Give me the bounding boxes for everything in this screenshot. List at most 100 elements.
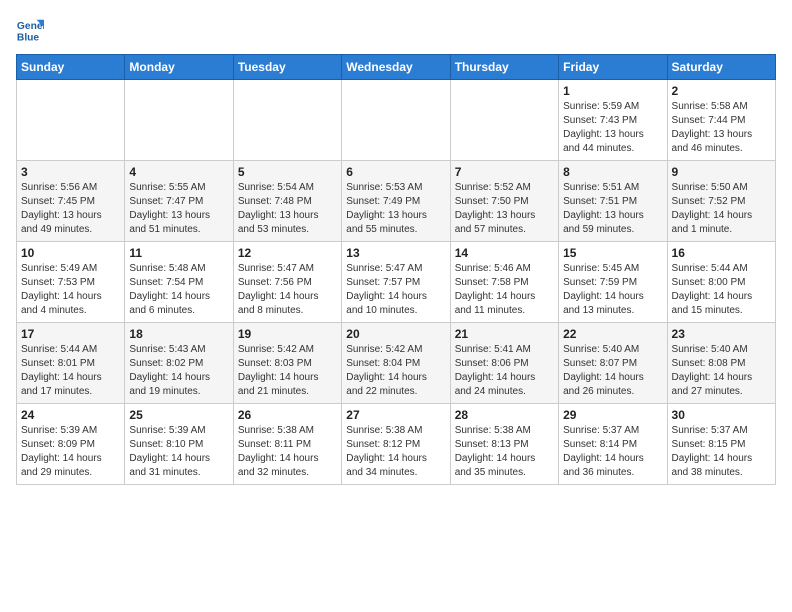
weekday-header-monday: Monday	[125, 55, 233, 80]
day-number: 7	[455, 165, 554, 179]
day-info: Sunrise: 5:38 AM Sunset: 8:13 PM Dayligh…	[455, 424, 554, 480]
day-number: 3	[21, 165, 120, 179]
calendar-cell: 25Sunrise: 5:39 AM Sunset: 8:10 PM Dayli…	[125, 404, 233, 485]
calendar-cell: 15 Sunrise: 5:45 AM Sunset: 7:59 PM Dayli…	[559, 242, 667, 323]
day-number: 9	[672, 165, 771, 179]
day-number: 2	[672, 84, 771, 98]
day-info: Sunrise: 5:42 AM Sunset: 8:03 PM Dayligh…	[238, 343, 337, 399]
calendar-week-2: 3 Sunrise: 5:56 AM Sunset: 7:45 PM Daylig…	[17, 161, 776, 242]
calendar-cell: 9 Sunrise: 5:50 AM Sunset: 7:52 PM Daylig…	[667, 161, 775, 242]
day-info: Sunrise: 5:46 AM Sunset: 7:58 PM Dayligh…	[455, 262, 554, 318]
calendar-cell: 7 Sunrise: 5:52 AM Sunset: 7:50 PM Daylig…	[450, 161, 558, 242]
calendar-table: SundayMondayTuesdayWednesdayThursdayFrid…	[16, 54, 776, 485]
day-number: 4	[129, 165, 228, 179]
calendar-header-row: SundayMondayTuesdayWednesdayThursdayFrid…	[17, 55, 776, 80]
calendar-cell: 23 Sunrise: 5:40 AM Sunset: 8:08 PM Dayli…	[667, 323, 775, 404]
calendar-cell	[17, 80, 125, 161]
calendar-cell: 17 Sunrise: 5:44 AM Sunset: 8:01 PM Dayli…	[17, 323, 125, 404]
calendar-cell: 1Sunrise: 5:59 AM Sunset: 7:43 PM Daylig…	[559, 80, 667, 161]
calendar-week-4: 17 Sunrise: 5:44 AM Sunset: 8:01 PM Dayli…	[17, 323, 776, 404]
day-number: 26	[238, 408, 337, 422]
weekday-header-sunday: Sunday	[17, 55, 125, 80]
calendar-cell	[233, 80, 341, 161]
day-info: Sunrise: 5:50 AM Sunset: 7:52 PM Dayligh…	[672, 181, 771, 237]
day-number: 24	[21, 408, 120, 422]
day-info: Sunrise: 5:47 AM Sunset: 7:56 PM Dayligh…	[238, 262, 337, 318]
calendar-cell: 8Sunrise: 5:51 AM Sunset: 7:51 PM Daylig…	[559, 161, 667, 242]
day-info: Sunrise: 5:52 AM Sunset: 7:50 PM Dayligh…	[455, 181, 554, 237]
calendar-cell: 30 Sunrise: 5:37 AM Sunset: 8:15 PM Dayli…	[667, 404, 775, 485]
day-info: Sunrise: 5:56 AM Sunset: 7:45 PM Dayligh…	[21, 181, 120, 237]
day-number: 18	[129, 327, 228, 341]
calendar-cell: 13 Sunrise: 5:47 AM Sunset: 7:57 PM Dayli…	[342, 242, 450, 323]
day-number: 13	[346, 246, 445, 260]
day-number: 25	[129, 408, 228, 422]
calendar-cell	[450, 80, 558, 161]
day-info: Sunrise: 5:40 AM Sunset: 8:08 PM Dayligh…	[672, 343, 771, 399]
calendar-cell: 5Sunrise: 5:54 AM Sunset: 7:48 PM Daylig…	[233, 161, 341, 242]
day-info: Sunrise: 5:51 AM Sunset: 7:51 PM Dayligh…	[563, 181, 662, 237]
calendar-cell: 2Sunrise: 5:58 AM Sunset: 7:44 PM Daylig…	[667, 80, 775, 161]
day-info: Sunrise: 5:49 AM Sunset: 7:53 PM Dayligh…	[21, 262, 120, 318]
day-number: 30	[672, 408, 771, 422]
svg-text:Blue: Blue	[17, 32, 40, 43]
weekday-header-saturday: Saturday	[667, 55, 775, 80]
calendar-cell: 10 Sunrise: 5:49 AM Sunset: 7:53 PM Dayli…	[17, 242, 125, 323]
day-info: Sunrise: 5:43 AM Sunset: 8:02 PM Dayligh…	[129, 343, 228, 399]
day-info: Sunrise: 5:53 AM Sunset: 7:49 PM Dayligh…	[346, 181, 445, 237]
calendar-cell: 4Sunrise: 5:55 AM Sunset: 7:47 PM Daylig…	[125, 161, 233, 242]
logo-icon: General Blue	[16, 16, 44, 44]
day-info: Sunrise: 5:42 AM Sunset: 8:04 PM Dayligh…	[346, 343, 445, 399]
day-info: Sunrise: 5:45 AM Sunset: 7:59 PM Dayligh…	[563, 262, 662, 318]
day-number: 29	[563, 408, 662, 422]
day-info: Sunrise: 5:44 AM Sunset: 8:00 PM Dayligh…	[672, 262, 771, 318]
weekday-header-friday: Friday	[559, 55, 667, 80]
calendar-cell: 21 Sunrise: 5:41 AM Sunset: 8:06 PM Dayli…	[450, 323, 558, 404]
calendar-cell: 28 Sunrise: 5:38 AM Sunset: 8:13 PM Dayli…	[450, 404, 558, 485]
day-number: 10	[21, 246, 120, 260]
day-info: Sunrise: 5:37 AM Sunset: 8:14 PM Dayligh…	[563, 424, 662, 480]
day-number: 15	[563, 246, 662, 260]
day-info: Sunrise: 5:44 AM Sunset: 8:01 PM Dayligh…	[21, 343, 120, 399]
day-number: 28	[455, 408, 554, 422]
day-number: 23	[672, 327, 771, 341]
day-info: Sunrise: 5:38 AM Sunset: 8:11 PM Dayligh…	[238, 424, 337, 480]
calendar-cell: 27 Sunrise: 5:38 AM Sunset: 8:12 PM Dayli…	[342, 404, 450, 485]
calendar-cell: 22 Sunrise: 5:40 AM Sunset: 8:07 PM Dayli…	[559, 323, 667, 404]
weekday-header-thursday: Thursday	[450, 55, 558, 80]
day-number: 1	[563, 84, 662, 98]
calendar-body: 1Sunrise: 5:59 AM Sunset: 7:43 PM Daylig…	[17, 80, 776, 485]
day-number: 20	[346, 327, 445, 341]
day-number: 19	[238, 327, 337, 341]
calendar-week-5: 24 Sunrise: 5:39 AM Sunset: 8:09 PM Dayli…	[17, 404, 776, 485]
calendar-week-3: 10 Sunrise: 5:49 AM Sunset: 7:53 PM Dayli…	[17, 242, 776, 323]
day-info: Sunrise: 5:37 AM Sunset: 8:15 PM Dayligh…	[672, 424, 771, 480]
calendar-cell: 12 Sunrise: 5:47 AM Sunset: 7:56 PM Dayli…	[233, 242, 341, 323]
day-number: 16	[672, 246, 771, 260]
day-number: 14	[455, 246, 554, 260]
day-info: Sunrise: 5:39 AM Sunset: 8:09 PM Dayligh…	[21, 424, 120, 480]
day-number: 27	[346, 408, 445, 422]
weekday-header-wednesday: Wednesday	[342, 55, 450, 80]
logo: General Blue	[16, 16, 48, 44]
day-number: 11	[129, 246, 228, 260]
day-info: Sunrise: 5:48 AM Sunset: 7:54 PM Dayligh…	[129, 262, 228, 318]
calendar-cell	[342, 80, 450, 161]
day-info: Sunrise: 5:38 AM Sunset: 8:12 PM Dayligh…	[346, 424, 445, 480]
day-info: Sunrise: 5:40 AM Sunset: 8:07 PM Dayligh…	[563, 343, 662, 399]
day-number: 21	[455, 327, 554, 341]
calendar-cell: 29 Sunrise: 5:37 AM Sunset: 8:14 PM Dayli…	[559, 404, 667, 485]
day-info: Sunrise: 5:47 AM Sunset: 7:57 PM Dayligh…	[346, 262, 445, 318]
calendar-cell: 6 Sunrise: 5:53 AM Sunset: 7:49 PM Daylig…	[342, 161, 450, 242]
day-info: Sunrise: 5:41 AM Sunset: 8:06 PM Dayligh…	[455, 343, 554, 399]
calendar-cell: 16 Sunrise: 5:44 AM Sunset: 8:00 PM Dayli…	[667, 242, 775, 323]
calendar-cell: 19 Sunrise: 5:42 AM Sunset: 8:03 PM Dayli…	[233, 323, 341, 404]
calendar-week-1: 1Sunrise: 5:59 AM Sunset: 7:43 PM Daylig…	[17, 80, 776, 161]
calendar-cell	[125, 80, 233, 161]
day-number: 6	[346, 165, 445, 179]
day-number: 22	[563, 327, 662, 341]
calendar-cell: 14 Sunrise: 5:46 AM Sunset: 7:58 PM Dayli…	[450, 242, 558, 323]
day-number: 17	[21, 327, 120, 341]
calendar-cell: 24 Sunrise: 5:39 AM Sunset: 8:09 PM Dayli…	[17, 404, 125, 485]
day-number: 12	[238, 246, 337, 260]
